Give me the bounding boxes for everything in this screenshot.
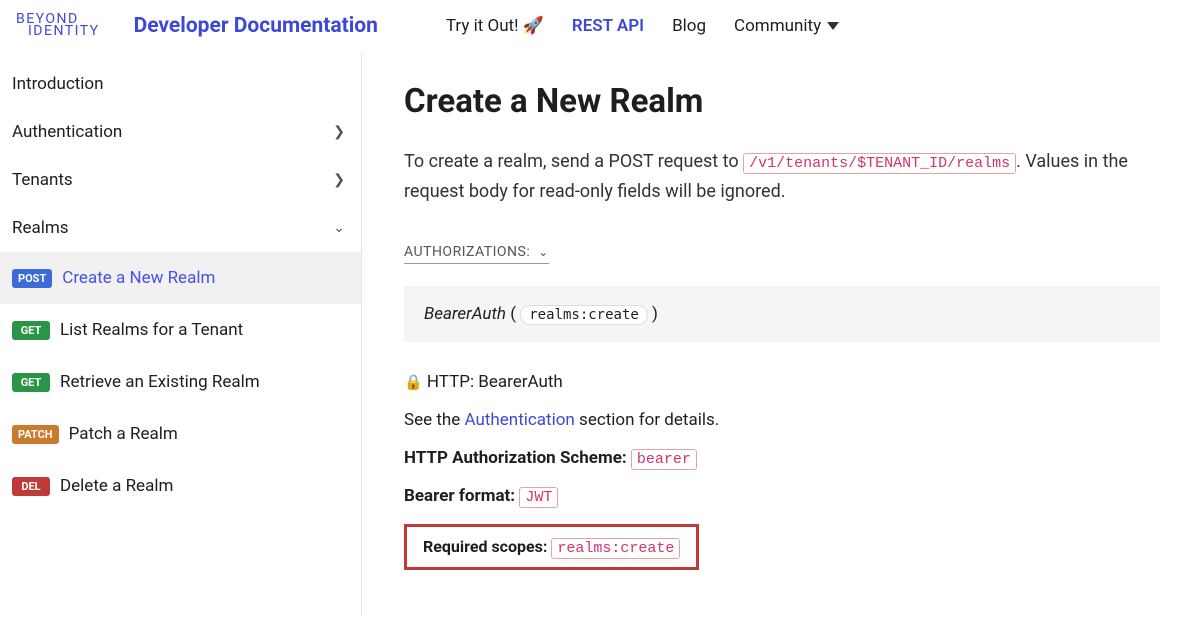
auth-summary-box: BearerAuth ( realms:create ) (404, 286, 1160, 342)
method-badge-post: POST (12, 269, 52, 288)
bearer-auth-label: BearerAuth (424, 304, 506, 324)
chevron-down-icon: ⌄ (333, 220, 345, 236)
nav-community-label: Community (734, 16, 821, 36)
http-bearer-text: HTTP: BearerAuth (427, 372, 563, 392)
sidebar-sub-label: Patch a Realm (69, 424, 178, 444)
see-auth-row: See the Authentication section for detai… (404, 410, 1160, 430)
sidebar-label: Tenants (12, 170, 73, 190)
sidebar-sub-label: Delete a Realm (60, 476, 173, 496)
http-bearer-row: 🔒 HTTP: BearerAuth (404, 372, 1160, 392)
nav-try-it-out[interactable]: Try it Out! 🚀 (446, 16, 544, 36)
caret-down-icon (827, 22, 839, 30)
scope-pill: realms:create (520, 305, 648, 325)
sidebar-label: Authentication (12, 122, 122, 142)
sidebar-sub-label: Create a New Realm (62, 268, 215, 288)
authorizations-toggle[interactable]: AUTHORIZATIONS: ⌄ (404, 244, 549, 264)
method-badge-get: GET (12, 373, 50, 392)
bearer-format-value: JWT (519, 487, 558, 508)
sidebar-sub-patch-realm[interactable]: PATCH Patch a Realm (0, 408, 361, 460)
required-scopes-highlight: Required scopes: realms:create (404, 524, 699, 570)
see-text: See the (404, 410, 465, 430)
lock-icon: 🔒 (404, 373, 423, 391)
description: To create a realm, send a POST request t… (404, 147, 1160, 206)
desc-text-1: To create a realm, send a POST request t… (404, 151, 743, 172)
required-scopes-label: Required scopes: (423, 537, 547, 556)
logo[interactable]: BEYOND IDENTITY (16, 14, 106, 38)
sidebar-sub-list-realms[interactable]: GET List Realms for a Tenant (0, 304, 361, 356)
chevron-right-icon: ❯ (333, 124, 345, 140)
sidebar-item-introduction[interactable]: Introduction (0, 60, 361, 108)
section-label: AUTHORIZATIONS: (404, 244, 530, 260)
bearer-format-row: Bearer format: JWT (404, 486, 1160, 506)
top-nav: BEYOND IDENTITY Developer Documentation … (0, 0, 1202, 52)
sidebar-sub-create-realm[interactable]: POST Create a New Realm (0, 252, 361, 304)
sidebar-label: Realms (12, 218, 69, 238)
http-scheme-value: bearer (631, 449, 697, 470)
nav-rest-api[interactable]: REST API (572, 16, 644, 36)
http-scheme-row: HTTP Authorization Scheme: bearer (404, 448, 1160, 468)
see-text-2: section for details. (575, 410, 719, 430)
sidebar-label: Introduction (12, 74, 104, 94)
authentication-link[interactable]: Authentication (465, 410, 575, 430)
nav-blog[interactable]: Blog (672, 16, 706, 36)
logo-line2: IDENTITY (16, 26, 100, 38)
sidebar: Introduction Authentication ❯ Tenants ❯ … (0, 52, 362, 616)
sidebar-sub-delete-realm[interactable]: DEL Delete a Realm (0, 460, 361, 512)
content-area: Create a New Realm To create a realm, se… (362, 52, 1202, 616)
required-scopes-value: realms:create (551, 538, 680, 559)
page-title: Create a New Realm (404, 82, 1160, 121)
sidebar-item-tenants[interactable]: Tenants ❯ (0, 156, 361, 204)
bearer-format-label: Bearer format: (404, 486, 515, 506)
sidebar-item-authentication[interactable]: Authentication ❯ (0, 108, 361, 156)
method-badge-del: DEL (12, 477, 50, 496)
sidebar-sub-label: Retrieve an Existing Realm (60, 372, 260, 392)
http-scheme-label: HTTP Authorization Scheme: (404, 448, 627, 468)
sidebar-item-realms[interactable]: Realms ⌄ (0, 204, 361, 252)
nav-community[interactable]: Community (734, 16, 839, 36)
sidebar-sub-label: List Realms for a Tenant (60, 320, 243, 340)
chevron-right-icon: ❯ (333, 172, 345, 188)
method-badge-get: GET (12, 321, 50, 340)
doc-title[interactable]: Developer Documentation (134, 14, 378, 38)
sidebar-sub-retrieve-realm[interactable]: GET Retrieve an Existing Realm (0, 356, 361, 408)
endpoint-code: /v1/tenants/$TENANT_ID/realms (743, 153, 1016, 174)
chevron-down-icon: ⌄ (538, 245, 549, 259)
method-badge-patch: PATCH (12, 425, 59, 444)
